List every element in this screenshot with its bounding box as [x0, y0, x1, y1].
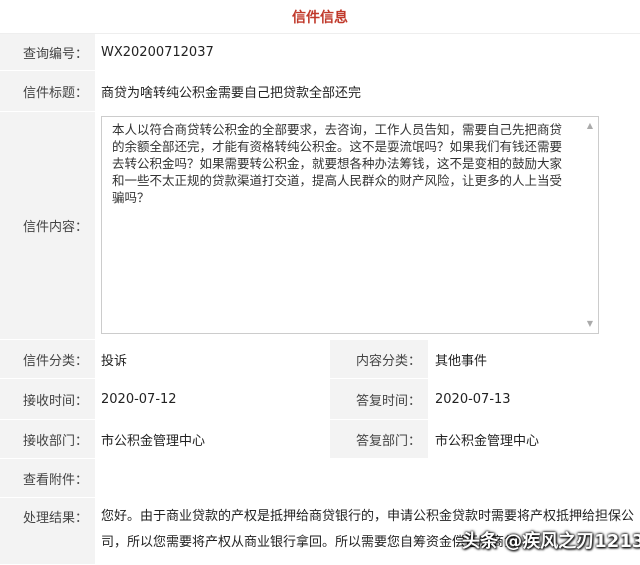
subject-label: 信件标题：	[0, 71, 95, 111]
result-label: 处理结果：	[0, 498, 95, 564]
page-title: 信件信息	[0, 0, 640, 34]
attachment-value[interactable]	[95, 459, 640, 497]
reply-time-value: 2020-07-13	[435, 391, 511, 407]
reply-time-label: 答复时间：	[330, 379, 428, 419]
subject-row: 信件标题： 商贷为啥转纯公积金需要自己把贷款全部还完	[0, 71, 640, 112]
query-number-value: WX20200712037	[101, 44, 214, 60]
attachment-row: 查看附件：	[0, 459, 640, 498]
category-value: 投诉	[101, 353, 128, 369]
reply-dept-value: 市公积金管理中心	[435, 433, 540, 449]
content-label: 信件内容：	[0, 112, 95, 339]
content-textarea[interactable]: 本人以符合商贷转公积金的全部要求，去咨询，工作人员告知，需要自己先把商贷的余额全…	[101, 116, 599, 334]
scroll-up-arrow-icon[interactable]: ▲	[585, 122, 595, 130]
received-time-value: 2020-07-12	[101, 391, 177, 407]
content-type-value: 其他事件	[435, 353, 488, 369]
content-type-label: 内容分类：	[330, 340, 428, 378]
subject-value: 商贷为啥转纯公积金需要自己把贷款全部还完	[101, 85, 362, 101]
watermark: 头条 @疾风之刃12138	[462, 531, 640, 552]
received-dept-label: 接收部门：	[0, 420, 95, 458]
textarea-scrollbar[interactable]: ▲ ▼	[583, 118, 597, 332]
query-number-label: 查询编号：	[0, 34, 95, 70]
received-time-label: 接收时间：	[0, 379, 95, 419]
category-row: 信件分类： 投诉 内容分类： 其他事件	[0, 340, 640, 379]
scroll-down-arrow-icon[interactable]: ▼	[585, 320, 595, 328]
received-dept-value: 市公积金管理中心	[101, 433, 206, 449]
time-row: 接收时间： 2020-07-12 答复时间： 2020-07-13	[0, 379, 640, 420]
category-label: 信件分类：	[0, 340, 95, 378]
query-number-row: 查询编号： WX20200712037	[0, 34, 640, 71]
content-text: 本人以符合商贷转公积金的全部要求，去咨询，工作人员告知，需要自己先把商贷的余额全…	[112, 122, 563, 205]
reply-dept-label: 答复部门：	[330, 420, 428, 458]
attachment-label: 查看附件：	[0, 459, 95, 497]
department-row: 接收部门： 市公积金管理中心 答复部门： 市公积金管理中心	[0, 420, 640, 459]
